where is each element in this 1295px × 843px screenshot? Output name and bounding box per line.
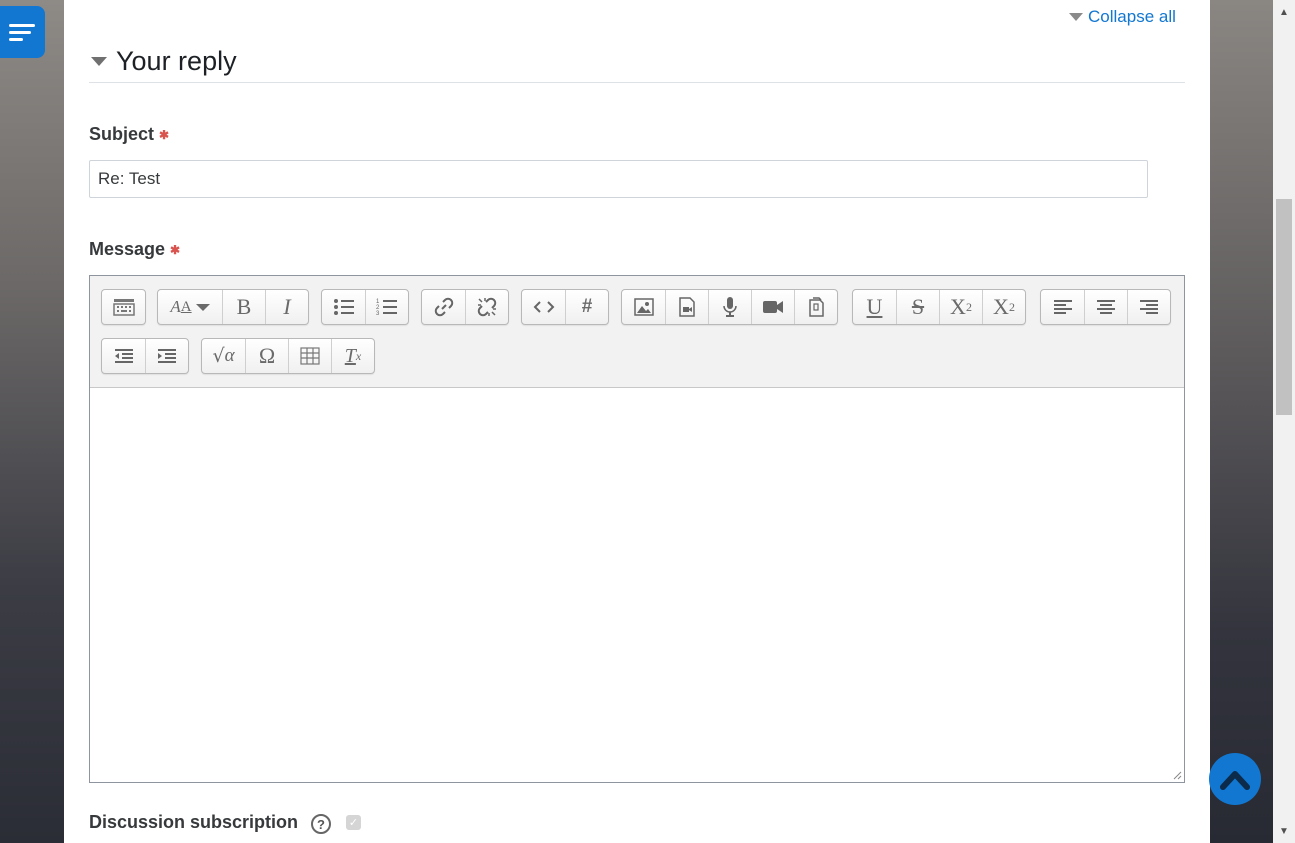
code-icon[interactable] xyxy=(522,290,565,324)
unlink-icon[interactable] xyxy=(465,290,508,324)
required-icon: ✱ xyxy=(159,128,170,143)
align-center-icon[interactable] xyxy=(1084,290,1127,324)
scroll-thumb[interactable] xyxy=(1276,199,1292,415)
toolbar-group-files xyxy=(621,289,838,325)
clear-formatting-icon[interactable]: Tx xyxy=(331,339,374,373)
align-left-icon[interactable] xyxy=(1041,290,1084,324)
section-title: Your reply xyxy=(116,45,237,76)
collapse-all-label: Collapse all xyxy=(1088,7,1176,26)
ordered-list-icon[interactable]: 123 xyxy=(365,290,408,324)
show-more-buttons-icon[interactable] xyxy=(102,290,145,324)
section-header-your-reply[interactable]: Your reply xyxy=(89,40,1185,83)
toolbar-group-style: AA B I xyxy=(157,289,309,325)
editor-toolbar: AA B I 123 # U S X 2 X 2 √ α Ω T x xyxy=(90,276,1184,388)
link-icon[interactable] xyxy=(422,290,465,324)
message-label-text: Message xyxy=(89,239,166,259)
toolbar-group-list: 123 xyxy=(321,289,409,325)
page-scrollbar[interactable]: ▲ ▼ xyxy=(1273,0,1295,843)
subject-label: Subject ✱ xyxy=(89,124,169,145)
media-icon[interactable] xyxy=(665,290,708,324)
toolbar-group-links xyxy=(421,289,509,325)
toolbar-group-indent xyxy=(101,338,189,374)
equation-icon[interactable]: √ α xyxy=(202,339,245,373)
toolbar-group-other: # xyxy=(521,289,609,325)
collapse-all-link[interactable]: Collapse all xyxy=(1069,7,1176,27)
chevron-up-icon xyxy=(1220,771,1250,790)
resize-grip-icon[interactable] xyxy=(1172,770,1182,780)
section-caret-icon xyxy=(91,56,107,66)
drawer-toggle-icon xyxy=(9,23,35,27)
toolbar-group-insert: √ α Ω Tx xyxy=(201,338,375,374)
toolbar-group-align xyxy=(1040,289,1171,325)
subject-input[interactable] xyxy=(89,160,1148,198)
subject-label-text: Subject xyxy=(89,124,155,144)
bold-icon[interactable]: B xyxy=(222,290,265,324)
record-audio-icon[interactable] xyxy=(708,290,751,324)
discussion-subscription-label: Discussion subscription xyxy=(89,812,299,832)
unordered-list-icon[interactable] xyxy=(322,290,365,324)
special-character-icon[interactable]: Ω xyxy=(245,339,288,373)
required-icon: ✱ xyxy=(170,243,181,258)
collapse-caret-icon xyxy=(1069,13,1083,21)
underline-icon[interactable]: U xyxy=(853,290,896,324)
help-icon[interactable]: ? xyxy=(311,814,331,834)
message-label: Message ✱ xyxy=(89,239,180,260)
toolbar-group-collapse xyxy=(101,289,146,325)
table-icon[interactable] xyxy=(288,339,331,373)
subscript-icon[interactable]: X2 xyxy=(939,290,982,324)
message-editor: AA B I 123 # U S X 2 X 2 √ α Ω T x xyxy=(89,275,1185,783)
toolbar-group-font: U S X2 X2 xyxy=(852,289,1026,325)
svg-text:3: 3 xyxy=(376,311,380,317)
image-icon[interactable] xyxy=(622,290,665,324)
italic-icon[interactable]: I xyxy=(265,290,308,324)
scroll-up-icon[interactable]: ▲ xyxy=(1273,2,1295,22)
hashtag-icon[interactable]: # xyxy=(565,290,608,324)
record-video-icon[interactable] xyxy=(751,290,794,324)
scroll-down-icon[interactable]: ▼ xyxy=(1273,821,1295,841)
outdent-icon[interactable] xyxy=(102,339,145,373)
drawer-toggle-button[interactable] xyxy=(0,6,45,58)
strikethrough-icon[interactable]: S xyxy=(896,290,939,324)
back-to-top-button[interactable] xyxy=(1209,753,1261,805)
manage-files-icon[interactable] xyxy=(794,290,837,324)
background-right xyxy=(1210,0,1273,843)
align-right-icon[interactable] xyxy=(1127,290,1170,324)
discussion-subscription-checkbox[interactable]: ✓ xyxy=(346,815,361,830)
font-size-icon[interactable]: AA xyxy=(158,290,222,324)
message-textarea[interactable] xyxy=(90,388,1184,782)
superscript-icon[interactable]: X2 xyxy=(982,290,1025,324)
indent-icon[interactable] xyxy=(145,339,188,373)
